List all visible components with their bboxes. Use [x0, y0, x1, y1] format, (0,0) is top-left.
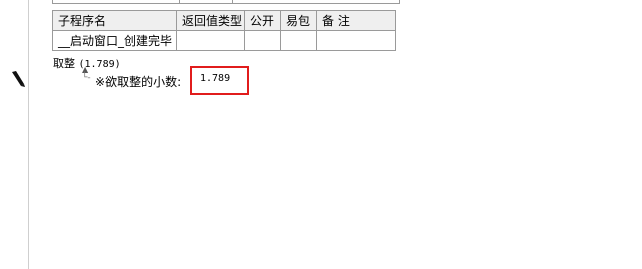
parameter-name: 欲取整的小数: [105, 75, 182, 89]
header-easy-package: 易包 [280, 10, 317, 31]
pencil-cursor-icon [12, 71, 25, 87]
header-note: 备 注 [316, 10, 396, 31]
cell-return-type[interactable] [176, 30, 245, 51]
header-public: 公开 [244, 10, 281, 31]
parameter-value-box[interactable]: 1.789 [190, 66, 249, 95]
subroutine-table: 子程序名 返回值类型 公开 易包 备 注 __启动窗口_创建完毕 [52, 10, 396, 51]
cell-public[interactable] [244, 30, 281, 51]
editor-gutter [0, 0, 29, 269]
cell-subroutine-name[interactable]: __启动窗口_创建完毕 [52, 30, 177, 51]
parameter-mark: ※ [95, 75, 106, 89]
command-name: 取整 [53, 57, 75, 70]
header-subroutine-name: 子程序名 [52, 10, 177, 31]
table-header-row: 子程序名 返回值类型 公开 易包 备 注 [52, 10, 396, 31]
cell-note[interactable] [316, 30, 396, 51]
parameter-value[interactable]: 1.789 [200, 73, 230, 84]
previous-table-remnant [52, 0, 400, 4]
parameter-label: ※欲取整的小数: [95, 73, 181, 90]
cell-easy-package[interactable] [280, 30, 317, 51]
table-row[interactable]: __启动窗口_创建完毕 [52, 30, 396, 51]
header-return-type: 返回值类型 [176, 10, 245, 31]
tree-branch-icon[interactable]: ▲ └- [82, 65, 92, 83]
